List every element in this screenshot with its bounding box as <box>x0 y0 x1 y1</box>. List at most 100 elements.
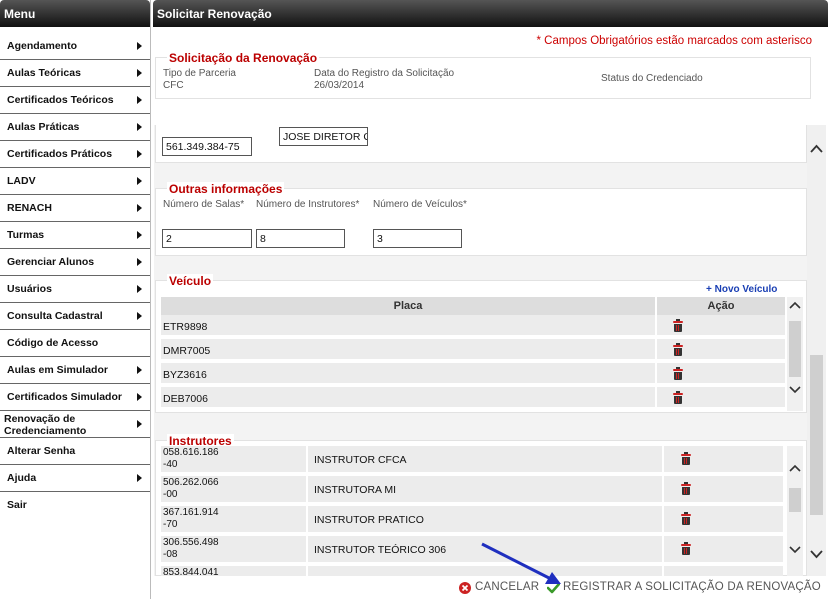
menu-item-label: Agendamento <box>7 40 78 52</box>
instrutor-cpf-part2: -40 <box>163 459 178 470</box>
delete-icon[interactable] <box>681 482 691 495</box>
menu-item-label: Aulas em Simulador <box>7 364 108 376</box>
menu-item-label: Aulas Teóricas <box>7 67 81 79</box>
instrutor-cpf-part1: 306.556.498 <box>163 537 219 548</box>
menu-item-label: Alterar Senha <box>7 445 76 457</box>
data-registro-value: 26/03/2014 <box>314 80 365 91</box>
instrutor-row: 853.844.041 <box>161 566 783 576</box>
annotation-arrow <box>481 542 561 584</box>
menu-item-codigo-de-acesso[interactable]: Código de Acesso <box>0 330 150 357</box>
chevron-right-icon <box>137 312 142 320</box>
menu-item-label: Ajuda <box>7 472 37 484</box>
menu-item-label: Aulas Práticas <box>7 121 80 133</box>
delete-icon[interactable] <box>681 512 691 525</box>
menu-item-certificados-simulador[interactable]: Certificados Simulador <box>0 384 150 411</box>
delete-icon[interactable] <box>673 319 683 332</box>
delete-icon[interactable] <box>681 542 691 555</box>
instrutor-row: 058.616.186 -40 INSTRUTOR CFCA <box>161 446 783 474</box>
instrutor-cpf-cell: 306.556.498 -08 <box>163 537 219 561</box>
instrutores-scrollbar[interactable] <box>787 446 803 576</box>
instrutor-row: 306.556.498 -08 INSTRUTOR TEÓRICO 306 <box>161 536 783 564</box>
row-divider <box>655 339 657 361</box>
veiculo-row: ETR9898 <box>161 315 785 337</box>
diretor-nome-field[interactable]: JOSE DIRETOR C <box>279 127 368 146</box>
veiculos-count-input[interactable]: 3 <box>373 229 462 248</box>
chevron-right-icon <box>137 393 142 401</box>
menu-item-ladv[interactable]: LADV <box>0 168 150 195</box>
instrutor-row: 506.262.066 -00 INSTRUTORA MI <box>161 476 783 504</box>
instrutor-nome-cell: INSTRUTOR TEÓRICO 306 <box>314 544 447 556</box>
menu-title: Menu <box>0 0 150 27</box>
tipo-parceria-label: Tipo de Parceria <box>163 68 236 79</box>
menu-item-label: Consulta Cadastral <box>7 310 103 322</box>
row-divider <box>655 387 657 409</box>
menu-item-ajuda[interactable]: Ajuda <box>0 465 150 492</box>
salas-input[interactable]: 2 <box>162 229 252 248</box>
main-panel: Solicitar Renovação * Campos Obrigatório… <box>153 0 828 599</box>
chevron-right-icon <box>137 204 142 212</box>
instrutor-cpf-part2: -08 <box>163 549 178 560</box>
menu-item-aulas-teoricas[interactable]: Aulas Teóricas <box>0 60 150 87</box>
row-divider <box>662 506 664 534</box>
instrutor-cpf-part1: 506.262.066 <box>163 477 219 488</box>
novo-veiculo-link[interactable]: + Novo Veículo <box>706 284 777 295</box>
menu-item-turmas[interactable]: Turmas <box>0 222 150 249</box>
instrutor-cpf-part1: 853.844.041 <box>163 567 219 576</box>
menu-item-certificados-teoricos[interactable]: Certificados Teóricos <box>0 87 150 114</box>
row-divider <box>662 566 664 576</box>
sidebar-menu: Menu Agendamento Aulas Teóricas Certificad… <box>0 0 151 599</box>
veiculo-table-header: Placa Ação <box>161 297 785 315</box>
menu-item-renach[interactable]: RENACH <box>0 195 150 222</box>
chevron-right-icon <box>137 366 142 374</box>
menu-item-aulas-praticas[interactable]: Aulas Práticas <box>0 114 150 141</box>
row-divider <box>306 536 308 564</box>
placa-cell: DEB7006 <box>163 393 208 405</box>
menu-item-label: Código de Acesso <box>7 337 99 349</box>
menu-item-renovacao-de-credenciamento[interactable]: Renovação de Credenciamento <box>0 411 150 438</box>
menu-list: Agendamento Aulas Teóricas Certificados Te… <box>0 33 150 519</box>
menu-item-agendamento[interactable]: Agendamento <box>0 33 150 60</box>
menu-item-gerenciar-alunos[interactable]: Gerenciar Alunos <box>0 249 150 276</box>
instrutores-count-input[interactable]: 8 <box>256 229 345 248</box>
chevron-right-icon <box>137 474 142 482</box>
row-divider <box>655 315 657 337</box>
chevron-right-icon <box>137 420 142 428</box>
delete-icon[interactable] <box>681 452 691 465</box>
instrutor-cpf-cell: 506.262.066 -00 <box>163 477 219 501</box>
instrutores-scroll-arrows <box>789 464 801 554</box>
menu-item-label: Certificados Teóricos <box>7 94 114 106</box>
cancel-icon <box>459 582 471 594</box>
instrutor-cpf-cell: 367.161.914 -70 <box>163 507 219 531</box>
menu-item-label: RENACH <box>7 202 52 214</box>
diretor-cpf-field[interactable]: 561.349.384-75 <box>162 137 252 156</box>
row-divider <box>662 446 664 474</box>
data-registro-label: Data do Registro da Solicitação <box>314 68 455 79</box>
chevron-right-icon <box>137 69 142 77</box>
instrutores-rows: 058.616.186 -40 INSTRUTOR CFCA 506.262.066-… <box>161 446 783 576</box>
chevron-right-icon <box>137 285 142 293</box>
placa-cell: ETR9898 <box>163 321 208 333</box>
submit-label: REGISTRAR A SOLICITAÇÃO DA RENOVAÇÃO <box>563 581 821 593</box>
veiculo-scrollbar[interactable] <box>787 297 803 411</box>
outras-legend: Outras informações <box>167 182 285 196</box>
row-divider <box>662 476 664 504</box>
menu-item-certificados-praticos[interactable]: Certificados Práticos <box>0 141 150 168</box>
instrutores-count-label: Número de Instrutores* <box>256 199 360 210</box>
menu-item-aulas-em-simulador[interactable]: Aulas em Simulador <box>0 357 150 384</box>
chevron-right-icon <box>137 258 142 266</box>
menu-item-sair[interactable]: Sair <box>0 492 150 519</box>
menu-item-usuarios[interactable]: Usuários <box>0 276 150 303</box>
veiculo-legend: Veículo <box>167 274 214 288</box>
form-scrollbar[interactable] <box>807 125 826 576</box>
row-divider <box>655 363 657 385</box>
delete-icon[interactable] <box>673 343 683 356</box>
delete-icon[interactable] <box>673 391 683 404</box>
menu-item-label: Certificados Simulador <box>7 391 122 403</box>
menu-item-label: Usuários <box>7 283 52 295</box>
delete-icon[interactable] <box>673 367 683 380</box>
instrutor-cpf-cell: 853.844.041 <box>163 567 219 576</box>
menu-item-alterar-senha[interactable]: Alterar Senha <box>0 438 150 465</box>
menu-item-consulta-cadastral[interactable]: Consulta Cadastral <box>0 303 150 330</box>
menu-item-label: Sair <box>7 499 27 511</box>
form-scroll-arrows <box>810 144 823 559</box>
